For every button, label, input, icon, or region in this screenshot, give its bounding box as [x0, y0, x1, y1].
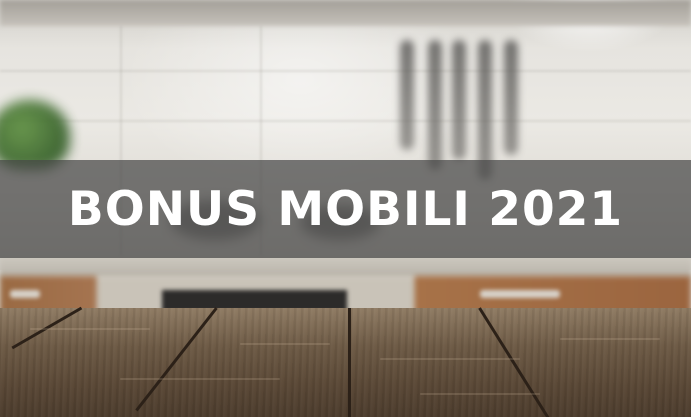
wood-grain [380, 358, 520, 360]
upper-cabinet [0, 0, 691, 26]
countertop [0, 256, 691, 278]
title-banner: BONUS MOBILI 2021 [0, 160, 691, 258]
hanging-utensil [400, 40, 414, 150]
tile-line [0, 70, 691, 72]
hero-image: BONUS MOBILI 2021 [0, 0, 691, 417]
cabinet-handle [480, 290, 560, 298]
wood-grain [120, 378, 280, 380]
hanging-utensil [478, 40, 492, 180]
banner-title: BONUS MOBILI 2021 [67, 181, 624, 237]
plank-seam [478, 307, 550, 417]
wooden-table [0, 306, 691, 417]
wood-grain [240, 343, 330, 345]
tile-line [0, 120, 691, 122]
wood-grain [420, 393, 540, 395]
plank-seam [135, 307, 218, 412]
hanging-utensil [428, 40, 442, 170]
hanging-utensil [504, 40, 518, 155]
plank-seam [348, 308, 351, 417]
wood-grain [560, 338, 660, 340]
hanging-utensil [452, 40, 466, 160]
wood-grain [30, 328, 150, 330]
cabinet-handle [10, 290, 40, 298]
